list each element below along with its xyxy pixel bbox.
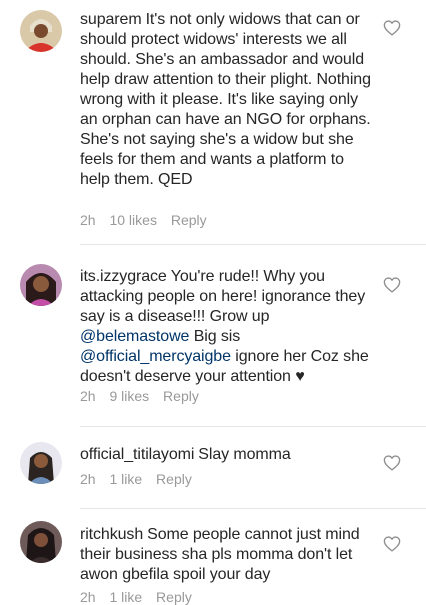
comment-body: ritchkush Some people cannot just mind th… <box>80 525 372 585</box>
reply-button[interactable]: Reply <box>171 212 207 228</box>
avatar[interactable] <box>20 10 62 52</box>
comment-likes[interactable]: 9 likes <box>109 388 149 404</box>
comment-likes[interactable]: 1 like <box>109 471 142 487</box>
comment-username[interactable]: its.izzygrace <box>80 268 167 285</box>
comment-item: suparem It's not only widows that can or … <box>0 0 426 245</box>
comment-time: 2h <box>80 589 96 605</box>
comment-item: its.izzygrace You're rude!! Why you attac… <box>0 245 426 427</box>
comment-body: its.izzygrace You're rude!! Why you attac… <box>80 267 372 387</box>
heart-icon[interactable] <box>383 455 401 471</box>
avatar[interactable] <box>20 442 62 484</box>
comment-likes[interactable]: 10 likes <box>109 212 156 228</box>
comment-text: Slay momma <box>198 446 291 463</box>
comment-meta: 2h 9 likes Reply <box>80 388 209 404</box>
comment-username[interactable]: ritchkush <box>80 526 143 543</box>
mention-link[interactable]: @official_mercyaigbe <box>80 348 231 365</box>
comment-item: ritchkush Some people cannot just mind th… <box>0 509 426 605</box>
comment-body: official_titilayomi Slay momma <box>80 445 372 465</box>
reply-button[interactable]: Reply <box>156 471 192 487</box>
comment-username[interactable]: official_titilayomi <box>80 446 194 463</box>
comment-username[interactable]: suparem <box>80 11 142 28</box>
comment-meta: 2h 10 likes Reply <box>80 212 217 228</box>
heart-icon[interactable] <box>383 536 401 552</box>
reply-button[interactable]: Reply <box>163 388 199 404</box>
comment-body: suparem It's not only widows that can or … <box>80 10 372 190</box>
mention-link[interactable]: @belemastowe <box>80 328 189 345</box>
comment-time: 2h <box>80 212 96 228</box>
comment-likes[interactable]: 1 like <box>109 589 142 605</box>
heart-icon[interactable] <box>383 277 401 293</box>
heart-icon[interactable] <box>383 20 401 36</box>
comment-meta: 2h 1 like Reply <box>80 471 202 487</box>
reply-button[interactable]: Reply <box>156 589 192 605</box>
comment-meta: 2h 1 like Reply <box>80 589 202 605</box>
avatar[interactable] <box>20 521 62 563</box>
comment-text: It's not only widows that can or should … <box>80 11 371 188</box>
comment-time: 2h <box>80 388 96 404</box>
comment-time: 2h <box>80 471 96 487</box>
comment-item: official_titilayomi Slay momma 2h 1 like … <box>0 427 426 509</box>
avatar[interactable] <box>20 264 62 306</box>
comment-text: Big sis <box>193 328 241 345</box>
